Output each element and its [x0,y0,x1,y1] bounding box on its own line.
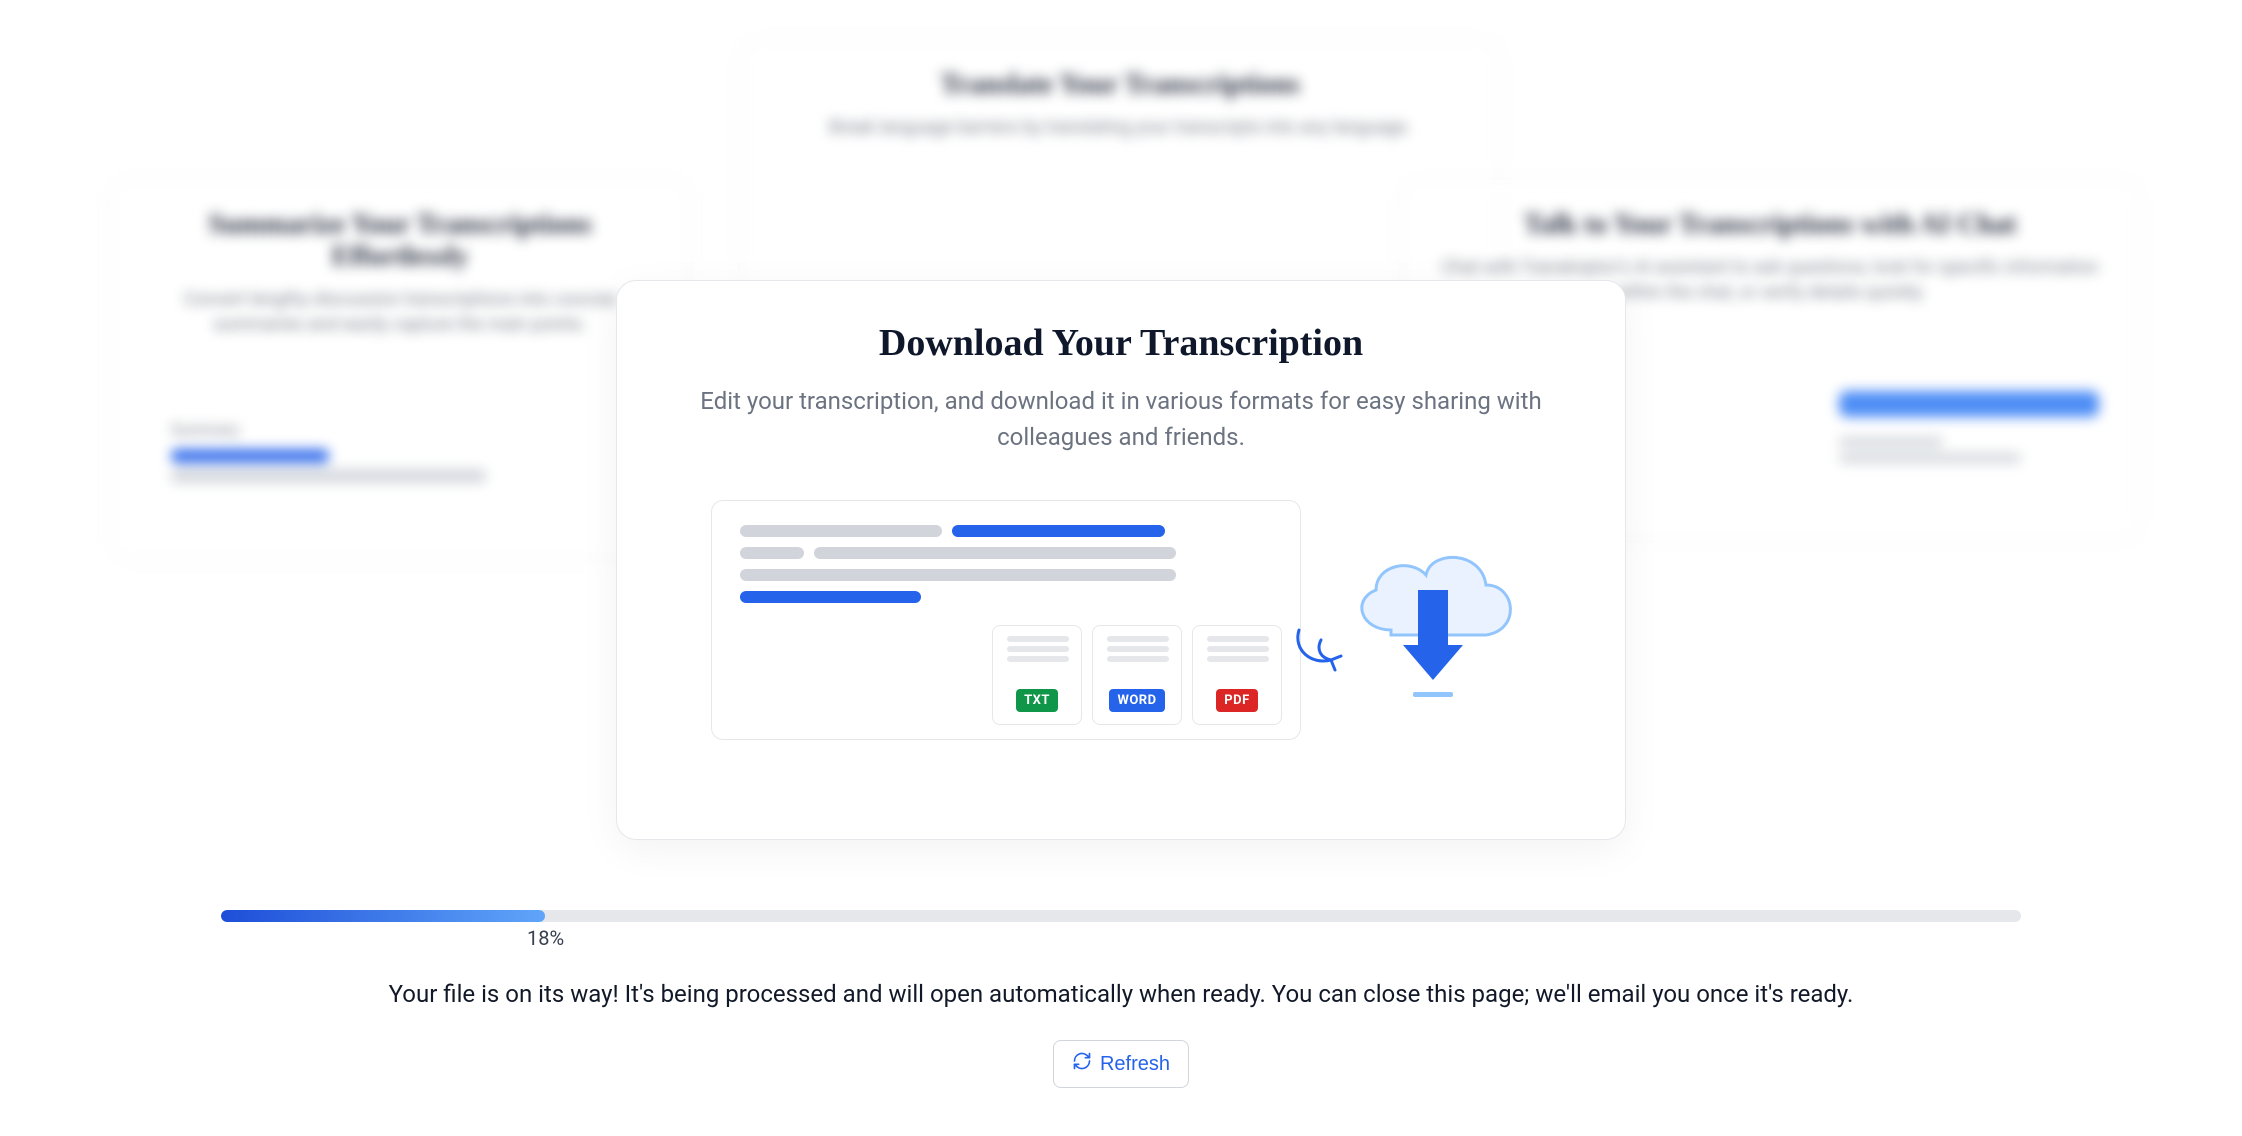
file-pdf-icon: PDF [1192,625,1282,725]
refresh-icon [1072,1051,1092,1077]
bg-translate-title: Translate Your Transcriptions [773,69,1467,101]
file-txt-label: TXT [1016,689,1058,712]
document-preview: TXT WORD PDF [711,500,1301,740]
progress-bar [221,910,2021,922]
progress-percent-label: 18% [527,926,564,950]
bg-aichat-lines [1839,431,2099,469]
file-format-icons: TXT WORD PDF [992,625,1282,725]
bg-card-translate: Translate Your Transcriptions Break lang… [740,40,1500,300]
file-word-label: WORD [1109,689,1164,712]
bg-aichat-chip [1839,391,2099,417]
file-txt-icon: TXT [992,625,1082,725]
download-card: Download Your Transcription Edit your tr… [616,280,1626,840]
download-subtitle: Edit your transcription, and download it… [667,383,1575,455]
bg-summarize-title: Summarize Your Transcriptions Effortless… [143,209,657,273]
file-pdf-label: PDF [1216,689,1257,712]
bg-summarize-sub: Convert lengthy discussion transcription… [143,287,657,337]
refresh-button[interactable]: Refresh [1053,1040,1189,1088]
bg-translate-sub: Break language barriers by translating y… [773,115,1467,140]
progress-area: 18% [221,910,2021,922]
bg-aichat-title: Talk to Your Transcriptions with AI Chat [1433,209,2107,241]
cloud-download-icon [1331,520,1531,720]
bg-summary-block: Summary [171,420,521,489]
download-illustration: TXT WORD PDF [667,495,1575,745]
file-word-icon: WORD [1092,625,1182,725]
refresh-label: Refresh [1100,1053,1170,1076]
status-text: Your file is on its way! It's being proc… [171,980,2071,1008]
progress-fill [221,910,545,922]
bg-card-summarize: Summarize Your Transcriptions Effortless… [110,180,690,560]
download-title: Download Your Transcription [667,321,1575,365]
bg-summary-label: Summary [171,420,521,439]
